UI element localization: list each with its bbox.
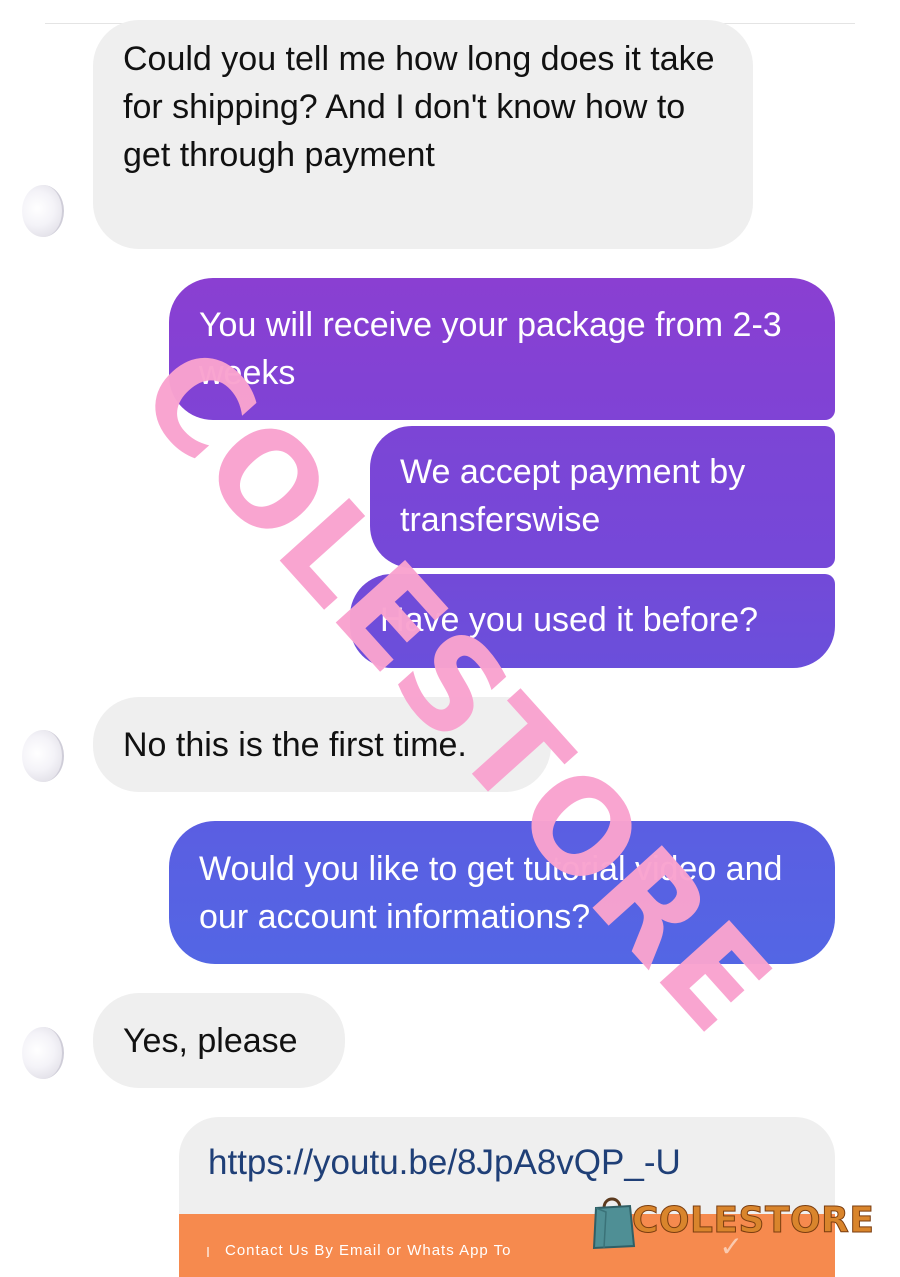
message-bubble-incoming[interactable]: Yes, please [93,993,345,1088]
avatar[interactable] [22,1027,64,1079]
message-bubble-outgoing[interactable]: Would you like to get tutorial video and… [169,821,835,964]
message-bubble-outgoing[interactable]: We accept payment by transferswise [370,426,835,568]
message-bubble-outgoing[interactable]: Have you used it before? [350,574,835,668]
shopping-bag-icon [590,1190,638,1250]
message-text: We accept payment by transferswise [400,453,746,539]
message-text: Could you tell me how long does it take … [123,40,715,174]
message-text: Would you like to get tutorial video and… [199,850,783,936]
preview-bar-icon [207,1247,209,1257]
message-bubble-outgoing[interactable]: You will receive your package from 2-3 w… [169,278,835,420]
message-text: Have you used it before? [380,601,759,639]
header-clipped: · · · · · [190,0,430,4]
message-text: You will receive your package from 2-3 w… [199,306,782,392]
message-text: No this is the first time. [123,726,467,764]
avatar[interactable] [22,185,64,237]
link-preview-text: Contact Us By Email or Whats App To [225,1242,512,1259]
link-url[interactable]: https://youtu.be/8JpA8vQP_-U [208,1141,681,1185]
message-bubble-incoming[interactable]: Could you tell me how long does it take … [93,20,753,249]
message-bubble-incoming[interactable]: No this is the first time. [93,697,551,792]
brand-logo: COLESTORE [590,1185,874,1255]
brand-name: COLESTORE [631,1199,875,1241]
avatar[interactable] [22,730,64,782]
message-text: Yes, please [123,1022,298,1060]
